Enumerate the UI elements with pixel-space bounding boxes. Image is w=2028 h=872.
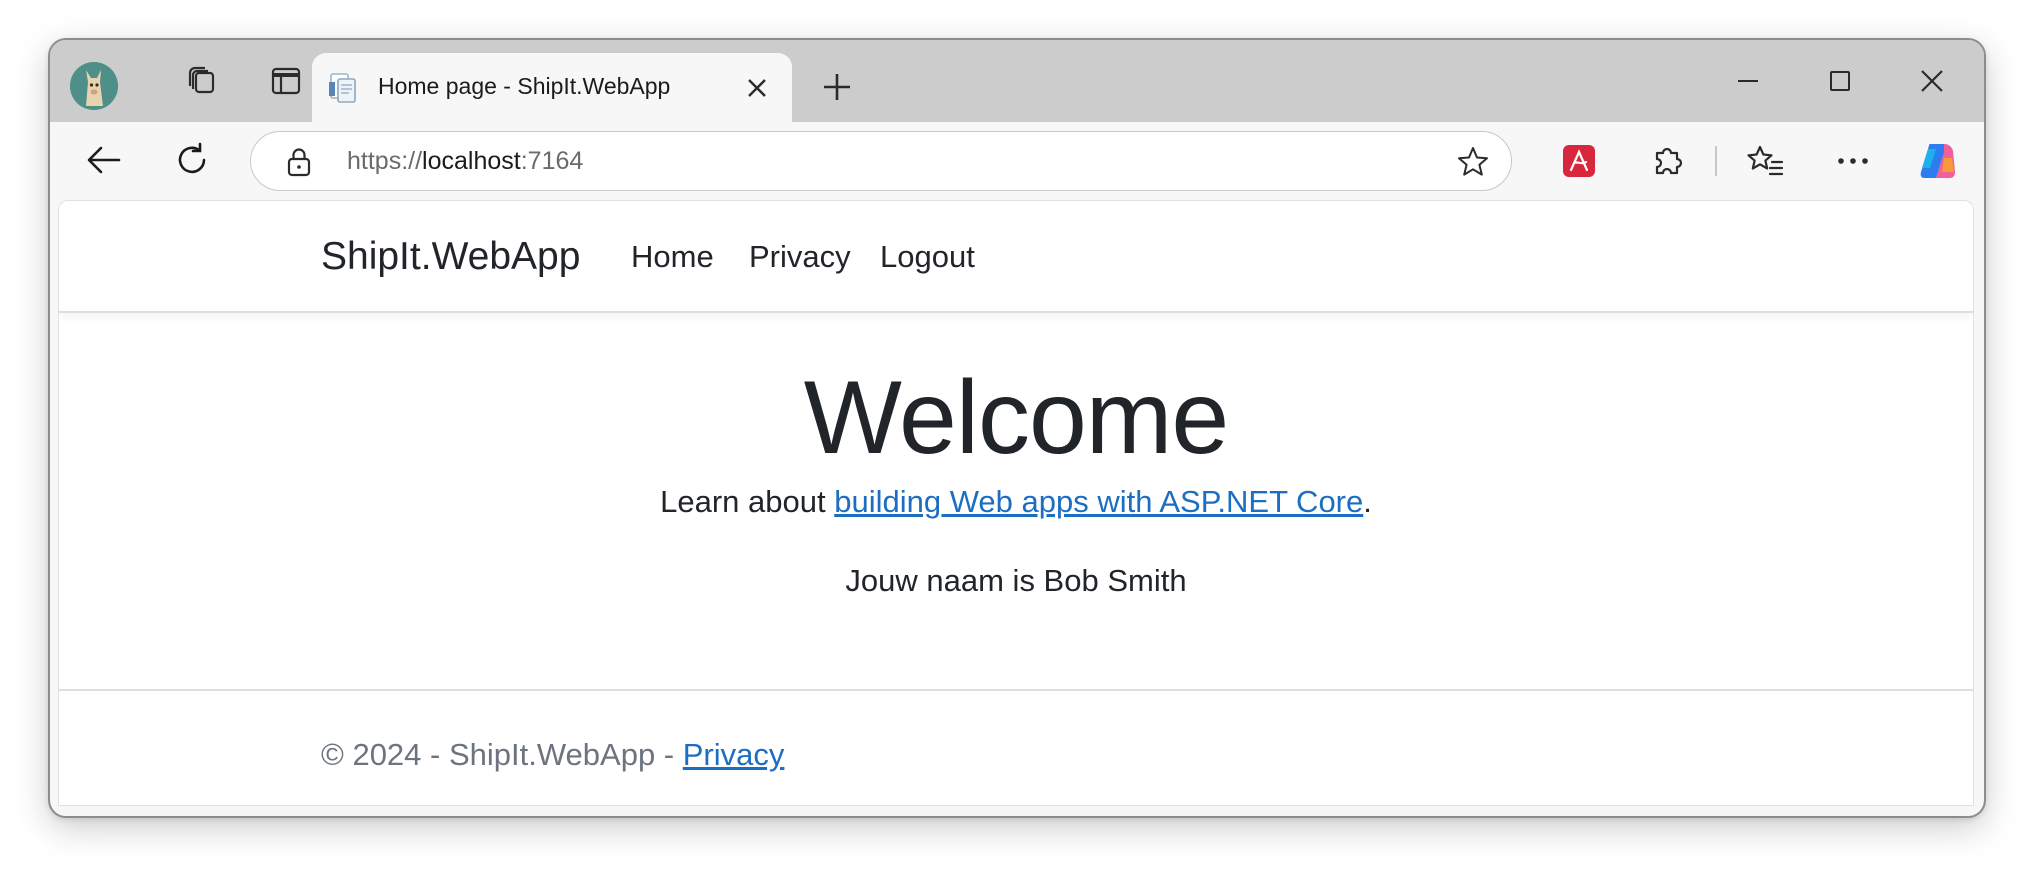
more-icon[interactable] (1824, 132, 1882, 190)
learn-paragraph: Learn about building Web apps with ASP.N… (59, 484, 1973, 520)
page-viewport: ShipIt.WebApp Home Privacy Logout Welcom… (58, 200, 1974, 806)
copilot-icon[interactable] (1908, 132, 1966, 190)
aspnet-docs-link[interactable]: building Web apps with ASP.NET Core (834, 484, 1363, 519)
tab-title: Home page - ShipIt.WebApp (378, 73, 671, 99)
star-icon[interactable] (1455, 144, 1491, 180)
browser-window: Home page - ShipIt.WebApp https://localh… (48, 38, 1986, 818)
user-name-text: Jouw naam is Bob Smith (845, 563, 1187, 598)
site-navbar: ShipIt.WebApp Home Privacy Logout (59, 201, 1973, 313)
learn-prefix-text: Learn about (660, 484, 835, 519)
lock-icon[interactable] (285, 147, 313, 177)
back-arrow-icon[interactable] (74, 130, 134, 190)
plus-icon[interactable] (812, 62, 862, 112)
url-scheme: https:// (347, 147, 423, 175)
puzzle-icon[interactable] (1638, 132, 1696, 190)
address-bar[interactable]: https://localhost:7164 (250, 131, 1512, 191)
favorites-icon[interactable] (1736, 132, 1794, 190)
welcome-heading: Welcome (803, 360, 1230, 476)
document-favicon-icon (326, 71, 360, 105)
active-tab[interactable]: Home page - ShipIt.WebApp (312, 53, 792, 122)
site-footer: © 2024 - ShipIt.WebApp - Privacy (59, 689, 1973, 805)
browser-toolbar: https://localhost:7164 (50, 122, 1984, 200)
vertical-tabs-icon[interactable] (258, 53, 314, 109)
url-text: https://localhost:7164 (347, 147, 583, 176)
site-brand-link[interactable]: ShipIt.WebApp (321, 235, 580, 279)
acrobat-extension-icon[interactable] (1550, 132, 1608, 190)
learn-suffix-text: . (1363, 484, 1372, 519)
close-icon[interactable] (738, 69, 776, 107)
minimize-button[interactable] (1718, 56, 1778, 106)
url-port: :7164 (520, 147, 584, 175)
nav-home-link[interactable]: Home (631, 239, 714, 275)
profile-avatar-icon[interactable] (70, 62, 118, 110)
copyright-text: © 2024 - ShipIt.WebApp - (321, 737, 683, 772)
footer-privacy-link[interactable]: Privacy (683, 737, 785, 772)
footer-text: © 2024 - ShipIt.WebApp - Privacy (321, 737, 784, 773)
refresh-icon[interactable] (162, 130, 222, 190)
url-host: localhost (422, 147, 521, 175)
nav-privacy-link[interactable]: Privacy (749, 239, 851, 275)
nav-logout-link[interactable]: Logout (880, 239, 975, 275)
close-window-button[interactable] (1902, 56, 1962, 106)
toolbar-divider (1715, 146, 1717, 176)
maximize-button[interactable] (1810, 56, 1870, 106)
title-bar: Home page - ShipIt.WebApp (50, 40, 1984, 122)
workspaces-icon[interactable] (174, 53, 230, 109)
